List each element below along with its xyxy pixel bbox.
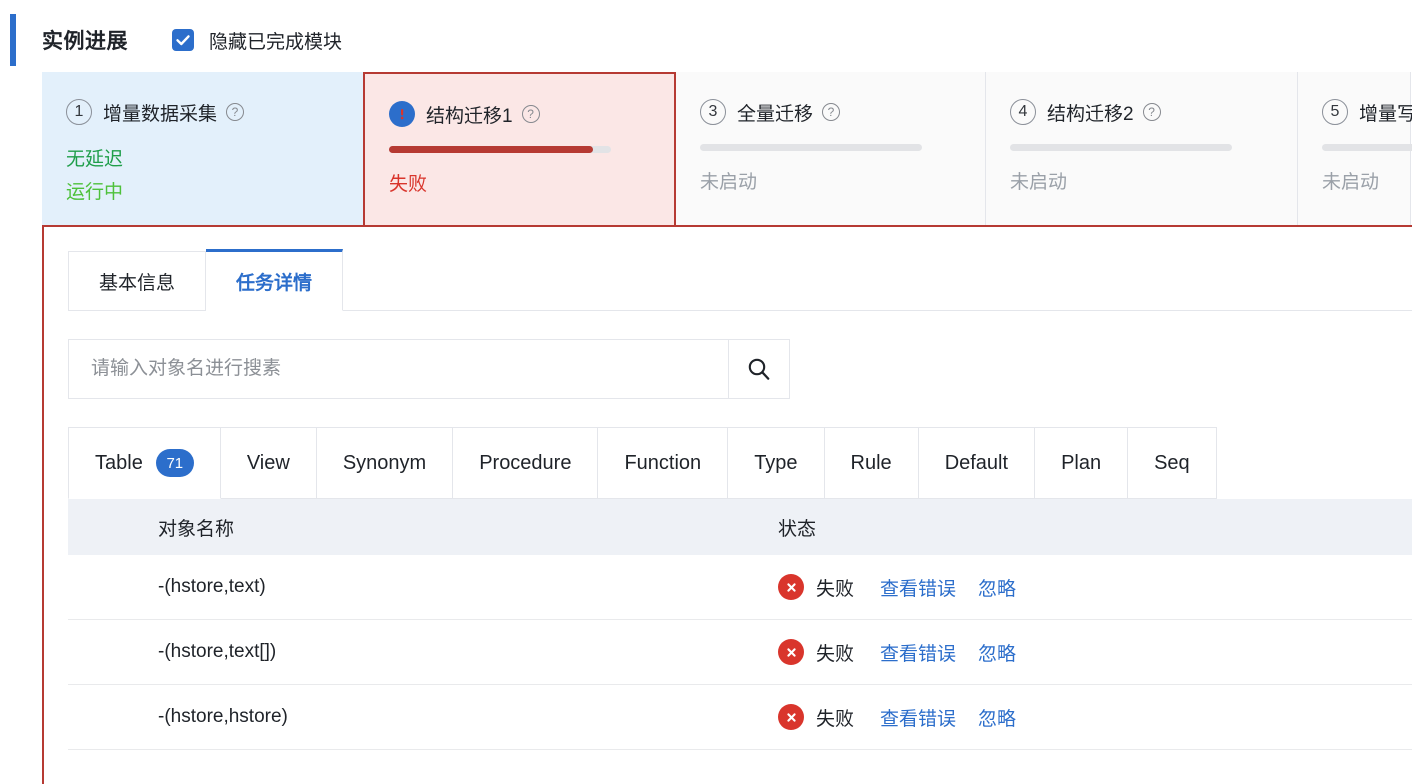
object-tab-plan[interactable]: Plan: [1035, 427, 1129, 499]
tab-basic-info[interactable]: 基本信息: [68, 251, 207, 311]
question-circle-icon[interactable]: ?: [521, 105, 540, 123]
step-2-progress-fill: [389, 146, 593, 153]
step-card-4[interactable]: 4 结构迁移2 ? 未启动: [986, 72, 1298, 225]
object-tab-seq[interactable]: Seq: [1128, 427, 1217, 499]
cell-object-name: -(hstore,hstore): [158, 706, 288, 727]
page-header: 实例进展 隐藏已完成模块: [42, 20, 342, 60]
step-3-head: 3 全量迁移 ?: [700, 98, 961, 126]
column-header-object-name: 对象名称: [158, 518, 235, 540]
status-text: 失败: [816, 643, 855, 665]
object-type-tabs: Table 71 View Synonym Procedure Function…: [68, 427, 1412, 499]
step-2-progress-track: [389, 146, 611, 153]
step-2-body: 失败: [389, 146, 650, 196]
step-3-body: 未启动: [700, 144, 961, 194]
hide-completed-label: 隐藏已完成模块: [209, 31, 343, 53]
step-4-head: 4 结构迁移2 ?: [1010, 98, 1273, 126]
cell-object-name: -(hstore,text): [158, 576, 266, 597]
error-circle-icon: [778, 574, 804, 600]
checkmark-icon: [176, 35, 190, 46]
step-3-status: 未启动: [700, 172, 758, 193]
object-tab-table[interactable]: Table 71: [68, 427, 221, 499]
ignore-link[interactable]: 忽略: [978, 639, 1016, 666]
step-4-progress-track: [1010, 144, 1232, 151]
object-tab-type[interactable]: Type: [728, 427, 825, 499]
step-card-1[interactable]: 1 增量数据采集 ? 无延迟 运行中: [42, 72, 364, 225]
cell-object-name: -(hstore,text[]): [158, 641, 277, 662]
error-circle-icon: [778, 639, 804, 665]
step-1-delay: 无延迟: [66, 149, 124, 170]
page-root: 实例进展 隐藏已完成模块 1 增量数据采集 ? 无延迟 运行中 结构迁移1 ? …: [0, 0, 1412, 784]
cell-status: 失败 查看错误 忽略: [778, 639, 1412, 666]
step-5-status: 未启动: [1322, 172, 1380, 193]
step-5-number: 5: [1322, 99, 1348, 125]
step-3-progress-track: [700, 144, 922, 151]
step-4-status: 未启动: [1010, 172, 1068, 193]
step-3-title: 全量迁移: [737, 103, 814, 125]
step-1-head: 1 增量数据采集 ?: [66, 98, 339, 126]
view-error-link[interactable]: 查看错误: [880, 704, 956, 731]
ignore-link[interactable]: 忽略: [978, 704, 1016, 731]
object-tab-view[interactable]: View: [220, 427, 317, 499]
search-input[interactable]: [68, 339, 728, 399]
ignore-link[interactable]: 忽略: [978, 574, 1016, 601]
view-error-link[interactable]: 查看错误: [880, 639, 956, 666]
step-5-head: 5 增量写: [1322, 98, 1412, 126]
step-5-progress-track: [1322, 144, 1412, 151]
table-header-row: 对象名称 状态: [68, 499, 1412, 555]
table-row[interactable]: -(hstore,text[]) 失败 查看错误 忽略: [68, 620, 1412, 685]
step-1-status: 运行中: [66, 182, 124, 203]
step-4-title: 结构迁移2: [1047, 103, 1134, 125]
object-tab-synonym[interactable]: Synonym: [316, 427, 454, 499]
object-tab-table-label: Table: [95, 451, 143, 474]
object-tab-function[interactable]: Function: [598, 427, 729, 499]
object-search-row: [68, 339, 790, 399]
page-accent-bar: [10, 14, 16, 66]
object-tab-rule[interactable]: Rule: [824, 427, 919, 499]
object-tab-procedure[interactable]: Procedure: [453, 427, 599, 499]
tab-task-detail[interactable]: 任务详情: [206, 249, 344, 311]
instance-progress-steps: 1 增量数据采集 ? 无延迟 运行中 结构迁移1 ? 失败 3 全量迁移 ? 未…: [42, 72, 1412, 227]
step-card-2[interactable]: 结构迁移1 ? 失败: [363, 72, 676, 225]
question-circle-icon[interactable]: ?: [1142, 103, 1161, 121]
question-circle-icon[interactable]: ?: [822, 103, 841, 121]
status-text: 失败: [816, 708, 855, 730]
step-1-title: 增量数据采集: [103, 103, 218, 125]
step-2-status: 失败: [389, 174, 428, 195]
step-2-head: 结构迁移1 ?: [389, 100, 650, 128]
step-1-number: 1: [66, 99, 92, 125]
tabs-filler: [343, 309, 1412, 311]
step-2-title: 结构迁移1: [426, 105, 513, 127]
cell-status: 失败 查看错误 忽略: [778, 704, 1412, 731]
cell-status: 失败 查看错误 忽略: [778, 574, 1412, 601]
step-1-body: 无延迟 运行中: [66, 144, 339, 204]
step-4-body: 未启动: [1010, 144, 1273, 194]
search-button[interactable]: [728, 339, 790, 399]
step-5-body: 未启动: [1322, 144, 1412, 194]
table-row[interactable]: -(hstore,text) 失败 查看错误 忽略: [68, 555, 1412, 620]
view-error-link[interactable]: 查看错误: [880, 574, 956, 601]
page-title: 实例进展: [42, 30, 128, 53]
hide-completed-checkbox[interactable]: [172, 29, 194, 51]
question-circle-icon[interactable]: ?: [226, 103, 245, 121]
detail-panel: 基本信息 任务详情 Table 71 View Synonym Procedur…: [42, 227, 1412, 784]
object-tab-default[interactable]: Default: [918, 427, 1036, 499]
step-5-title: 增量写: [1359, 103, 1412, 125]
detail-tabs: 基本信息 任务详情: [68, 249, 1412, 311]
status-text: 失败: [816, 578, 855, 600]
column-header-status: 状态: [778, 518, 817, 540]
step-card-5[interactable]: 5 增量写 未启动: [1298, 72, 1412, 225]
search-icon: [748, 358, 770, 380]
error-exclamation-icon: [389, 101, 415, 127]
error-circle-icon: [778, 704, 804, 730]
step-card-3[interactable]: 3 全量迁移 ? 未启动: [676, 72, 986, 225]
step-3-number: 3: [700, 99, 726, 125]
object-tab-table-count: 71: [155, 449, 194, 477]
table-row[interactable]: -(hstore,hstore) 失败 查看错误 忽略: [68, 685, 1412, 750]
hide-completed-checkbox-group[interactable]: 隐藏已完成模块: [172, 27, 342, 54]
object-table: 对象名称 状态 -(hstore,text) 失败 查看错误 忽略 -(hsto…: [68, 499, 1412, 750]
step-4-number: 4: [1010, 99, 1036, 125]
